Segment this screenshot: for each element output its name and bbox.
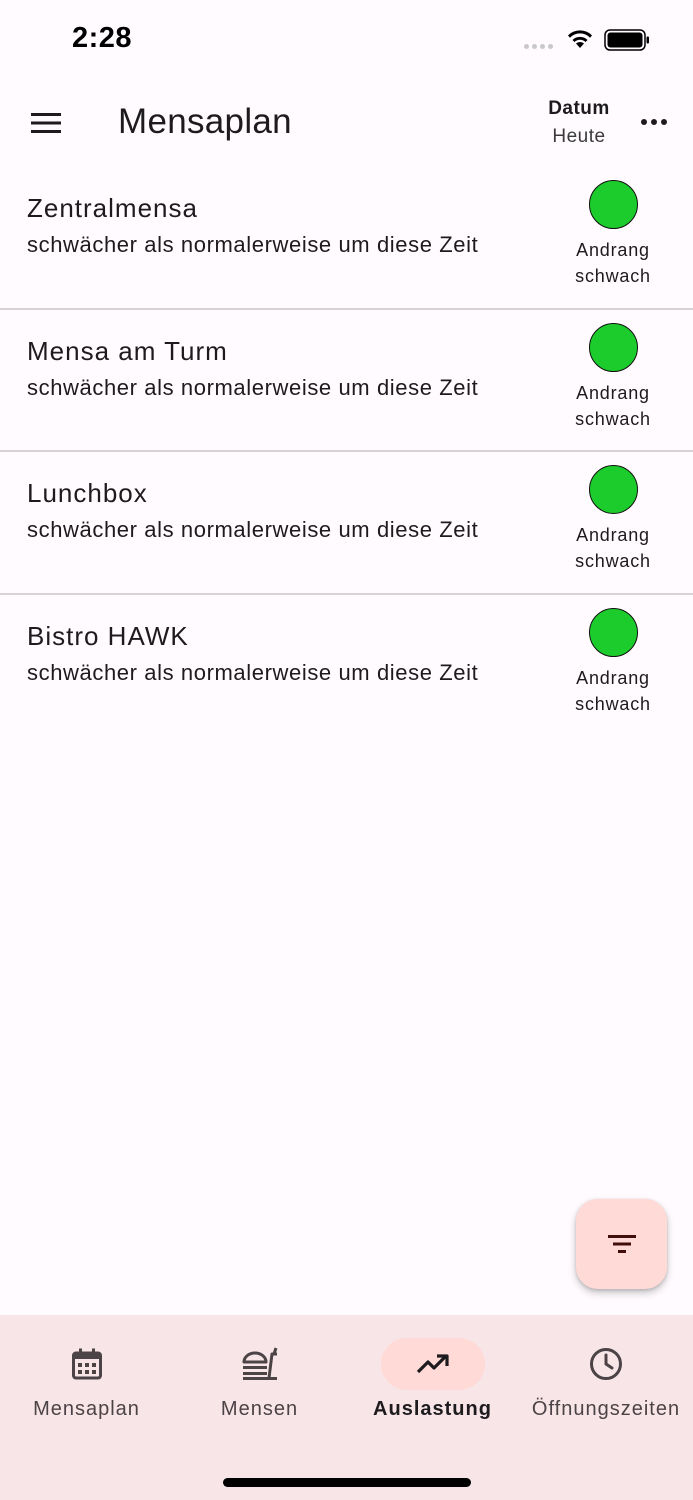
clock-icon	[590, 1348, 622, 1380]
nav-item-auslastung[interactable]: Auslastung	[346, 1315, 519, 1435]
page-title: Mensaplan	[118, 102, 292, 141]
crowd-label: Andrang schwach	[553, 237, 673, 289]
crowd-label-line2: schwach	[575, 266, 651, 286]
nav-item-oeffnungszeiten[interactable]: Öffnungszeiten	[519, 1315, 693, 1435]
list-item[interactable]: Bistro HAWK schwächer als normalerweise …	[0, 595, 693, 738]
crowd-label-line1: Andrang	[576, 525, 650, 545]
status-bar: 2:28	[0, 0, 693, 80]
nav-label: Mensen	[220, 1398, 299, 1420]
crowd-label-line2: schwach	[575, 693, 651, 714]
battery-icon	[604, 29, 649, 51]
crowd-label-line2: schwach	[575, 551, 651, 571]
bottom-navigation: Mensaplan Mensen Auslastung Öffnungszeit…	[0, 1315, 693, 1500]
list-item[interactable]: Lunchbox schwächer als normalerweise um …	[0, 452, 693, 595]
nav-label: Öffnungszeiten	[531, 1398, 681, 1420]
canteen-name: Bistro HAWK	[27, 620, 189, 651]
home-indicator[interactable]	[223, 1478, 471, 1487]
nav-pill-active	[380, 1338, 485, 1390]
canteen-name: Lunchbox	[27, 478, 148, 508]
signal-icon	[524, 44, 553, 49]
crowd-label: Andrang schwach	[553, 522, 673, 574]
filter-button[interactable]	[576, 1199, 667, 1289]
canteen-status: schwächer als normalerweise um diese Zei…	[27, 374, 479, 400]
nav-label: Auslastung	[373, 1398, 492, 1420]
crowd-indicator	[589, 607, 638, 657]
nav-label: Mensaplan	[33, 1398, 140, 1420]
more-horizontal-icon	[641, 119, 667, 125]
crowd-label-line1: Andrang	[576, 240, 650, 260]
canteen-name: Zentralmensa	[27, 193, 198, 223]
crowd-indicator	[589, 465, 638, 514]
nav-pill	[208, 1338, 312, 1390]
canteen-status: schwächer als normalerweise um diese Zei…	[27, 517, 479, 542]
crowd-label-line1: Andrang	[576, 382, 650, 403]
filter-icon	[607, 1235, 636, 1253]
date-selector[interactable]: Datum Heute	[536, 98, 622, 148]
canteen-status: schwächer als normalerweise um diese Zei…	[27, 232, 479, 257]
status-time: 2:28	[72, 22, 133, 54]
nav-item-mensen[interactable]: Mensen	[173, 1315, 346, 1435]
crowd-label-line1: Andrang	[576, 667, 650, 688]
wifi-icon	[568, 30, 592, 48]
crowd-indicator	[589, 180, 638, 229]
list-item[interactable]: Mensa am Turm schwächer als normalerweis…	[0, 310, 693, 452]
app-bar: Mensaplan Datum Heute	[0, 80, 693, 166]
canteen-name: Mensa am Turm	[27, 335, 228, 366]
list-item[interactable]: Zentralmensa schwächer als normalerweise…	[0, 167, 693, 310]
date-value: Heute	[552, 126, 606, 147]
nav-pill	[35, 1338, 139, 1390]
crowd-label: Andrang schwach	[553, 665, 673, 717]
menu-button[interactable]	[28, 108, 64, 138]
trending-up-icon	[416, 1354, 449, 1374]
restaurant-icon	[242, 1347, 277, 1380]
nav-pill	[554, 1338, 658, 1390]
date-label: Datum	[548, 98, 610, 119]
nav-item-mensaplan[interactable]: Mensaplan	[0, 1315, 173, 1435]
calendar-icon	[71, 1348, 102, 1380]
crowd-label: Andrang schwach	[553, 380, 673, 432]
more-button[interactable]	[637, 108, 671, 136]
canteen-list: Zentralmensa schwächer als normalerweise…	[0, 167, 693, 737]
canteen-status: schwächer als normalerweise um diese Zei…	[27, 659, 479, 685]
crowd-indicator	[589, 322, 638, 372]
crowd-label-line2: schwach	[575, 408, 651, 429]
menu-icon	[31, 113, 61, 133]
